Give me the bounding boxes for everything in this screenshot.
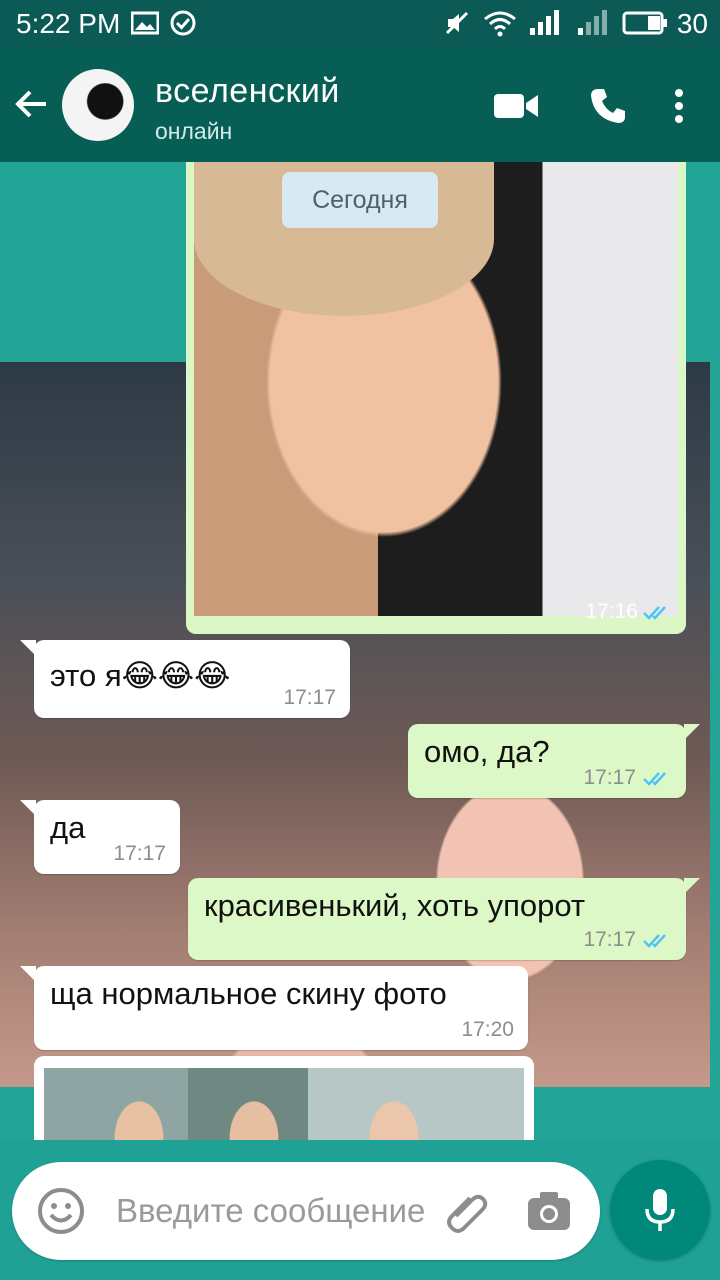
message-text: ща нормальное скину фото	[50, 976, 447, 1011]
message-outgoing[interactable]: омо, да? 17:17	[408, 724, 700, 798]
attach-icon[interactable]	[442, 1186, 492, 1236]
message-time: 17:16	[585, 600, 638, 623]
avatar[interactable]	[62, 69, 134, 141]
message-input-bar: Введите сообщение	[12, 1162, 600, 1260]
phone-icon[interactable]	[580, 78, 636, 134]
message-meta: 17:17	[583, 766, 672, 790]
camera-icon[interactable]	[526, 1190, 572, 1234]
check-circle-icon	[168, 8, 198, 38]
message-incoming[interactable]: ща нормальное скину фото 17:20	[20, 966, 528, 1050]
message-outgoing[interactable]: красивенький, хоть упорот 17:17	[188, 878, 700, 960]
outgoing-photo-message[interactable]: 17:16	[186, 162, 686, 634]
photo[interactable]	[44, 1068, 524, 1140]
mute-icon	[442, 8, 472, 38]
message-text: да	[50, 810, 86, 845]
message-incoming[interactable]: да 17:17	[20, 800, 180, 874]
message-meta: 17:16	[585, 600, 672, 624]
message-time: 17:17	[583, 766, 636, 789]
signal-icon	[528, 8, 562, 38]
video-call-icon[interactable]	[488, 78, 544, 134]
status-time: 5:22 PM	[16, 8, 121, 39]
chat-header: вселенский онлайн	[0, 48, 720, 162]
photo[interactable]	[194, 162, 678, 616]
emoji-icon[interactable]	[36, 1186, 86, 1236]
back-arrow-icon[interactable]	[10, 82, 54, 126]
incoming-photo-message[interactable]	[34, 1056, 534, 1140]
message-text: омо, да?	[424, 734, 550, 769]
mic-icon[interactable]	[610, 1160, 710, 1260]
read-ticks-icon	[643, 934, 666, 948]
status-bar: 5:22 PM 30	[0, 0, 720, 48]
message-meta: 17:17	[583, 928, 672, 952]
image-icon	[130, 8, 160, 38]
contact-status: онлайн	[155, 118, 233, 144]
date-separator: Сегодня	[282, 172, 438, 228]
read-ticks-icon	[643, 772, 666, 786]
battery-level: 30	[676, 8, 708, 39]
wifi-icon	[482, 8, 518, 38]
more-vert-icon[interactable]	[654, 78, 704, 134]
message-time: 17:17	[283, 686, 336, 709]
message-time: 17:20	[461, 1018, 514, 1041]
battery-icon	[622, 8, 668, 38]
read-ticks-icon	[643, 606, 666, 620]
chat-area[interactable]: 17:16 Сегодня это я😂😂😂 17:17 омо, да? 17…	[0, 162, 720, 1140]
message-input[interactable]: Введите сообщение	[116, 1192, 425, 1230]
message-time: 17:17	[583, 928, 636, 951]
contact-name[interactable]: вселенский	[155, 72, 340, 111]
message-incoming[interactable]: это я😂😂😂 17:17	[20, 640, 350, 718]
message-text: красивенький, хоть упорот	[204, 888, 586, 923]
signal-icon	[576, 8, 610, 38]
message-time: 17:17	[113, 842, 166, 865]
